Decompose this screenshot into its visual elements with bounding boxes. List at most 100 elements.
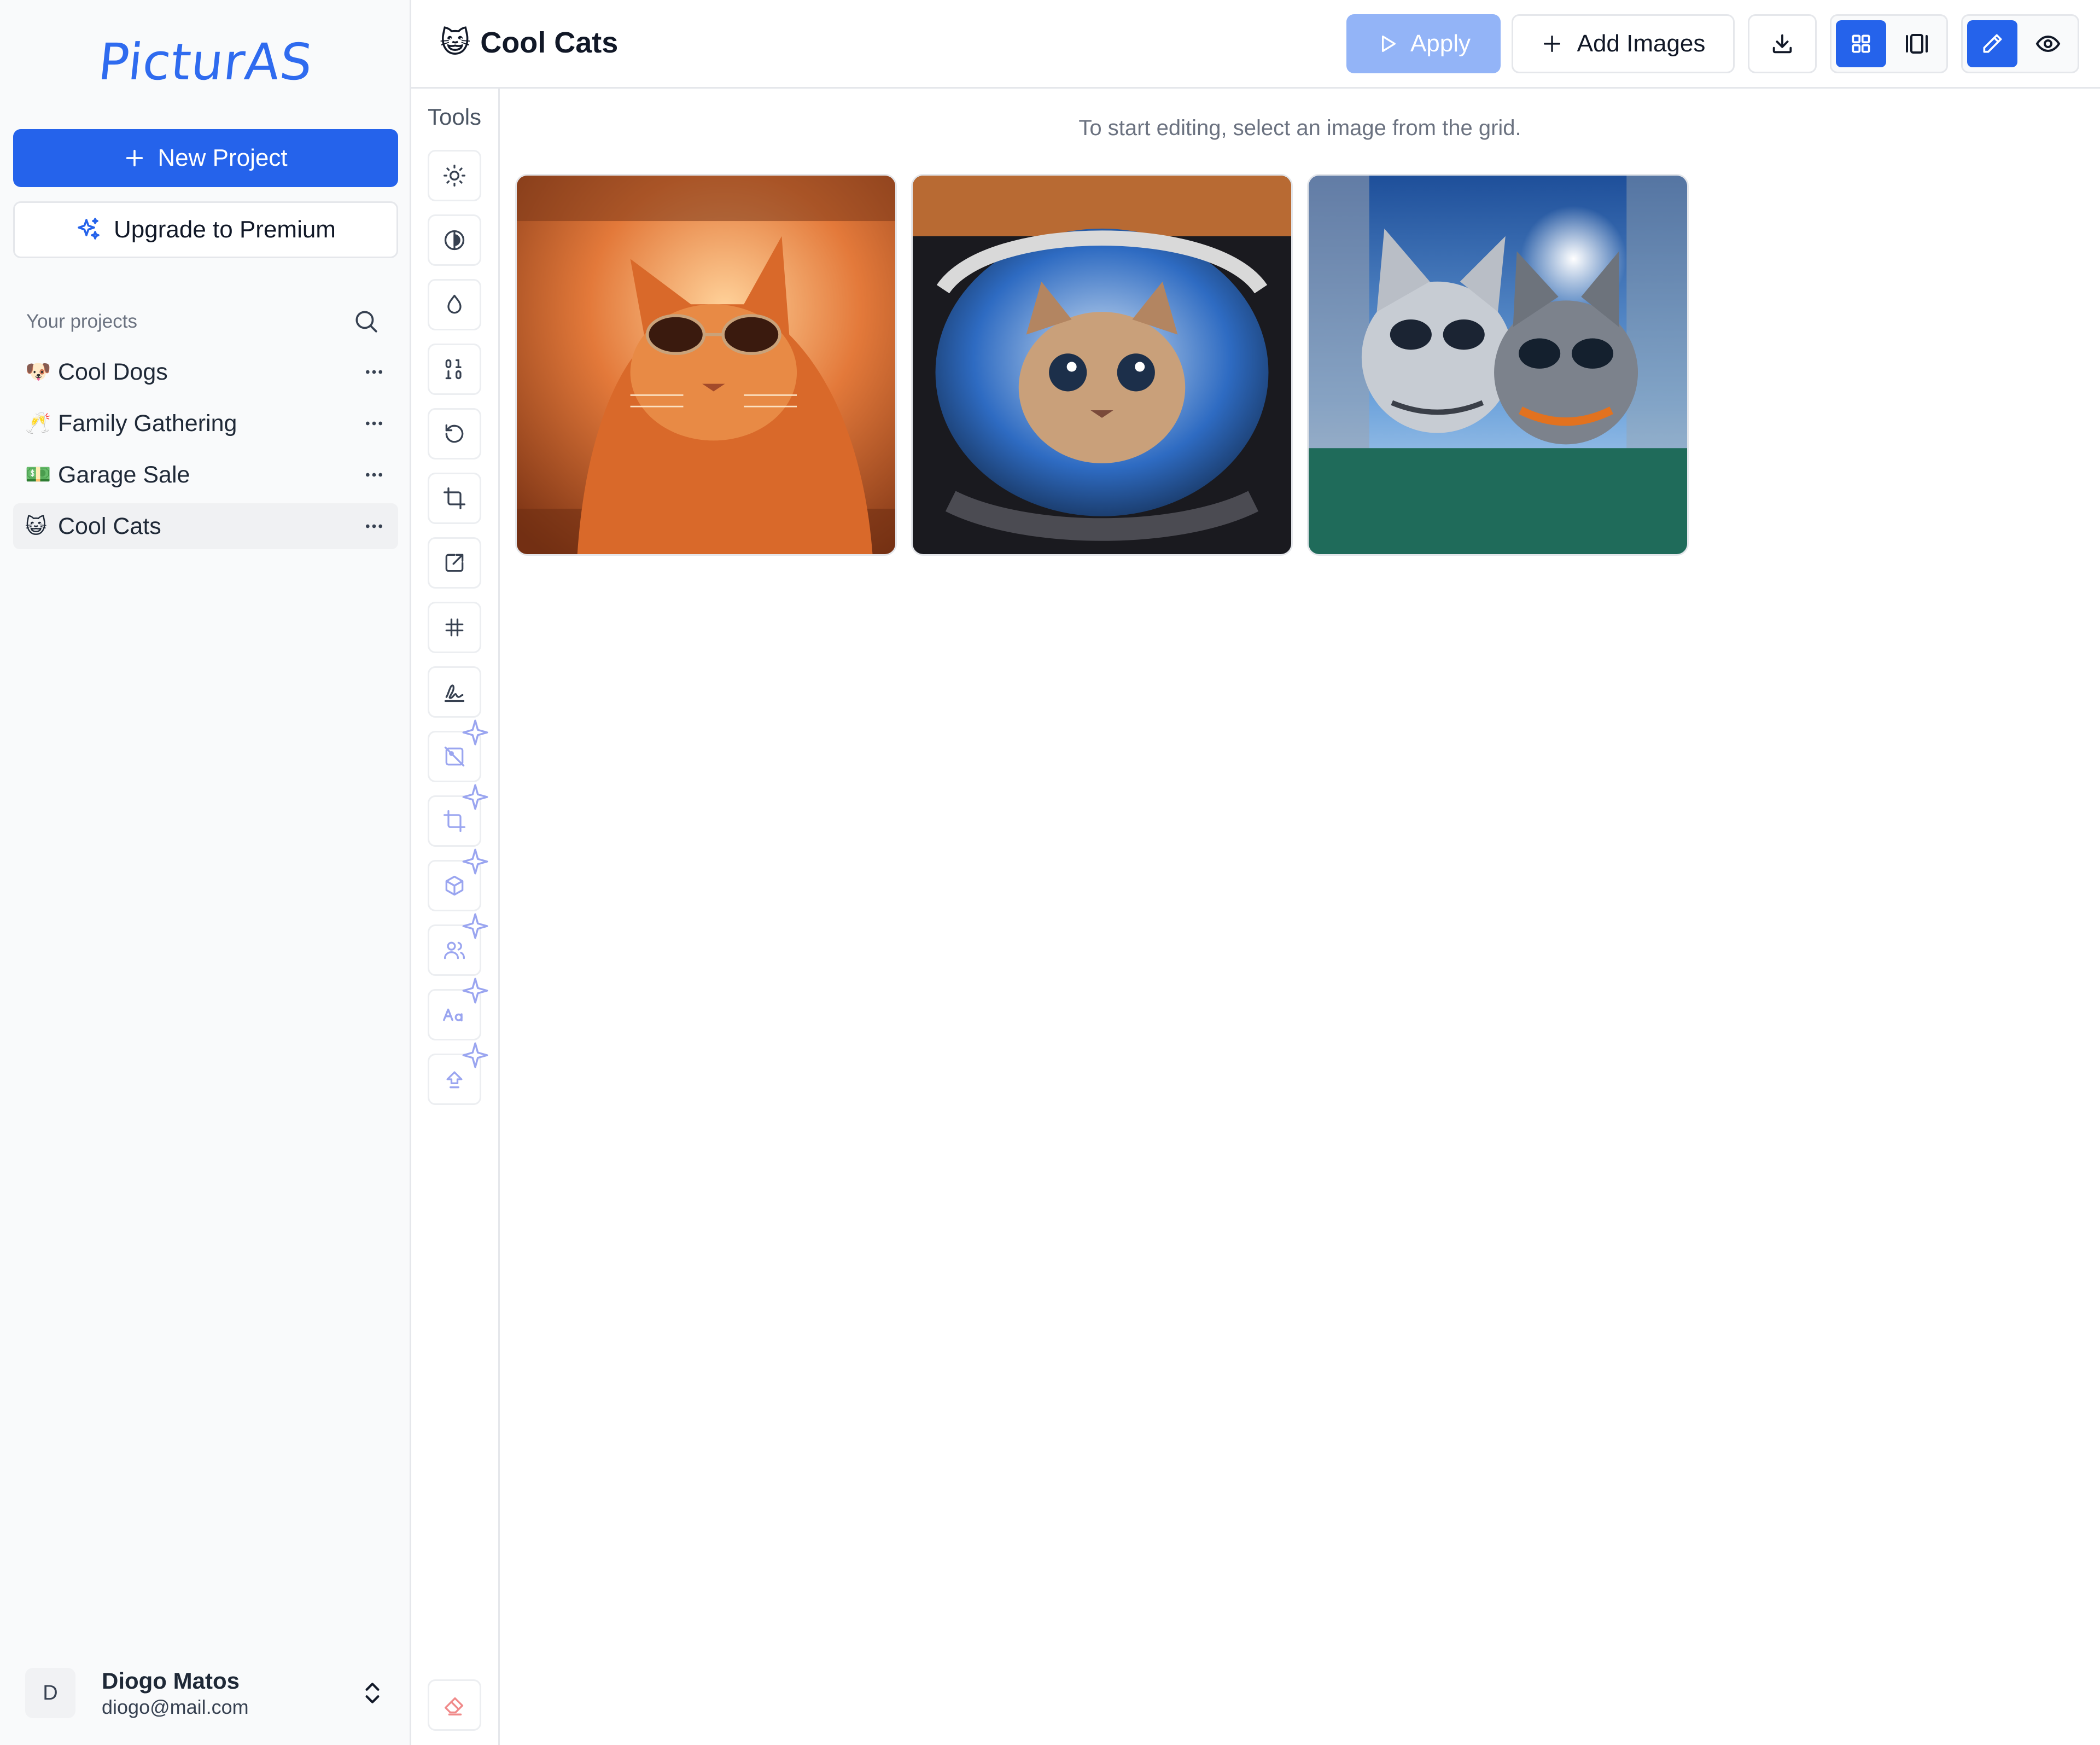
tools-panel: Tools bbox=[411, 89, 500, 1745]
user-email: diogo@mail.com bbox=[102, 1696, 249, 1718]
add-images-label: Add Images bbox=[1577, 30, 1706, 57]
page-title: 😺 Cool Cats bbox=[440, 25, 618, 60]
tool-text-extraction[interactable] bbox=[428, 978, 488, 1040]
ai-sparkle-icon bbox=[462, 848, 488, 875]
image-thumbnail-2[interactable] bbox=[911, 174, 1293, 556]
pencil-icon bbox=[1983, 34, 2002, 53]
people-count-icon bbox=[444, 941, 465, 959]
chevrons-up-down-icon bbox=[365, 1683, 380, 1703]
add-images-button[interactable]: Add Images bbox=[1512, 14, 1735, 73]
crop-icon bbox=[444, 487, 465, 509]
new-project-button[interactable]: New Project bbox=[13, 129, 398, 187]
plus-icon bbox=[1543, 36, 1560, 53]
edit-mode-button[interactable] bbox=[1967, 20, 2017, 67]
view-toggle-group bbox=[1830, 14, 1948, 73]
upgrade-premium-label: Upgrade to Premium bbox=[114, 216, 336, 243]
project-item-garage-sale[interactable]: 💵 Garage Sale bbox=[13, 452, 398, 498]
tool-people-count[interactable] bbox=[428, 913, 488, 976]
image-thumbnail-3[interactable] bbox=[1307, 174, 1689, 556]
project-name: Cool Cats bbox=[58, 513, 161, 539]
apply-button[interactable]: Apply bbox=[1346, 14, 1501, 73]
play-icon bbox=[1381, 36, 1396, 53]
upgrade-premium-button[interactable]: Upgrade to Premium bbox=[13, 201, 398, 258]
more-options-icon[interactable] bbox=[363, 361, 385, 383]
user-menu[interactable]: D Diogo Matos diogo@mail.com bbox=[13, 1657, 398, 1729]
tool-rotate[interactable] bbox=[428, 408, 481, 459]
tool-remove-background[interactable] bbox=[428, 719, 488, 782]
project-title-emoji: 😺 bbox=[440, 26, 471, 59]
orange-cat-image bbox=[517, 176, 895, 554]
ai-sparkle-icon bbox=[462, 784, 488, 810]
tool-border[interactable] bbox=[428, 602, 481, 653]
tool-upscale[interactable] bbox=[428, 1042, 488, 1105]
more-options-icon[interactable] bbox=[363, 412, 385, 434]
download-icon bbox=[1772, 34, 1792, 54]
project-emoji: 💵 bbox=[25, 463, 51, 486]
tool-brightness[interactable] bbox=[428, 150, 481, 201]
project-item-cool-dogs[interactable]: 🐶 Cool Dogs bbox=[13, 349, 398, 395]
rotate-icon bbox=[445, 424, 464, 443]
watermark-signature-icon bbox=[444, 684, 465, 702]
more-options-icon[interactable] bbox=[363, 515, 385, 537]
project-emoji: 😺 bbox=[25, 515, 47, 538]
project-item-family-gathering[interactable]: 🥂 Family Gathering bbox=[13, 400, 398, 446]
text-extraction-icon bbox=[443, 1008, 463, 1022]
image-thumbnail-1[interactable] bbox=[515, 174, 897, 556]
sidebar: PicturAS New Project Upgrade to Premium … bbox=[0, 0, 411, 1745]
download-button[interactable] bbox=[1748, 14, 1817, 73]
editing-hint: To start editing, select an image from t… bbox=[1078, 116, 1521, 140]
more-options-icon[interactable] bbox=[363, 464, 385, 486]
tool-resize[interactable] bbox=[428, 537, 481, 589]
eraser-icon bbox=[444, 1697, 464, 1715]
resize-icon bbox=[445, 554, 464, 572]
grey-cats-image bbox=[1309, 176, 1687, 554]
project-name: Family Gathering bbox=[58, 410, 237, 437]
binarize-icon bbox=[445, 359, 462, 380]
ai-sparkle-icon bbox=[462, 719, 488, 746]
plus-icon bbox=[126, 149, 143, 167]
avatar: D bbox=[25, 1668, 75, 1718]
tool-saturation[interactable] bbox=[428, 279, 481, 330]
project-name: Cool Dogs bbox=[58, 358, 168, 385]
project-emoji: 🐶 bbox=[25, 360, 51, 383]
ai-sparkle-icon bbox=[462, 1042, 488, 1068]
carousel-icon bbox=[1906, 34, 1928, 54]
search-icon[interactable] bbox=[352, 307, 380, 335]
object-detection-icon bbox=[445, 875, 464, 896]
tool-watermark[interactable] bbox=[428, 666, 481, 718]
apply-label: Apply bbox=[1410, 30, 1471, 57]
carousel-view-button[interactable] bbox=[1892, 20, 1942, 67]
tool-contrast[interactable] bbox=[428, 214, 481, 266]
contrast-icon bbox=[444, 230, 465, 251]
app-root: PicturAS New Project Upgrade to Premium … bbox=[0, 0, 2100, 1745]
tools-heading: Tools bbox=[428, 104, 482, 130]
ai-sparkle-icon bbox=[462, 913, 488, 939]
top-bar: 😺 Cool Cats Apply Add Images bbox=[411, 0, 2100, 89]
grid-icon bbox=[1852, 34, 1870, 53]
user-name: Diogo Matos bbox=[102, 1668, 240, 1694]
brightness-icon bbox=[444, 165, 465, 187]
project-title-text: Cool Cats bbox=[480, 26, 619, 59]
user-info: Diogo Matos diogo@mail.com bbox=[102, 1667, 249, 1719]
tool-smart-crop[interactable] bbox=[428, 784, 488, 847]
border-icon bbox=[445, 618, 464, 637]
preview-mode-button[interactable] bbox=[2023, 20, 2073, 67]
projects-heading: Your projects bbox=[26, 311, 137, 332]
grid-view-button[interactable] bbox=[1836, 20, 1886, 67]
tool-clear-eraser[interactable] bbox=[428, 1679, 481, 1731]
mode-toggle-group bbox=[1961, 14, 2079, 73]
upscale-icon bbox=[446, 1071, 463, 1089]
astronaut-cat-image bbox=[913, 176, 1291, 554]
tool-crop[interactable] bbox=[428, 473, 481, 524]
project-item-cool-cats[interactable]: 😺 Cool Cats bbox=[13, 503, 398, 549]
saturation-drop-icon bbox=[447, 294, 462, 314]
project-emoji: 🥂 bbox=[25, 412, 51, 435]
project-name: Garage Sale bbox=[58, 461, 190, 488]
sparkles-icon bbox=[78, 218, 100, 240]
tool-binarize[interactable] bbox=[428, 344, 481, 395]
app-logo[interactable]: PicturAS bbox=[0, 33, 415, 91]
tool-object-detection[interactable] bbox=[428, 848, 488, 911]
ai-sparkle-icon bbox=[462, 978, 488, 1004]
smart-crop-icon bbox=[444, 810, 465, 832]
eye-icon bbox=[2035, 35, 2061, 53]
